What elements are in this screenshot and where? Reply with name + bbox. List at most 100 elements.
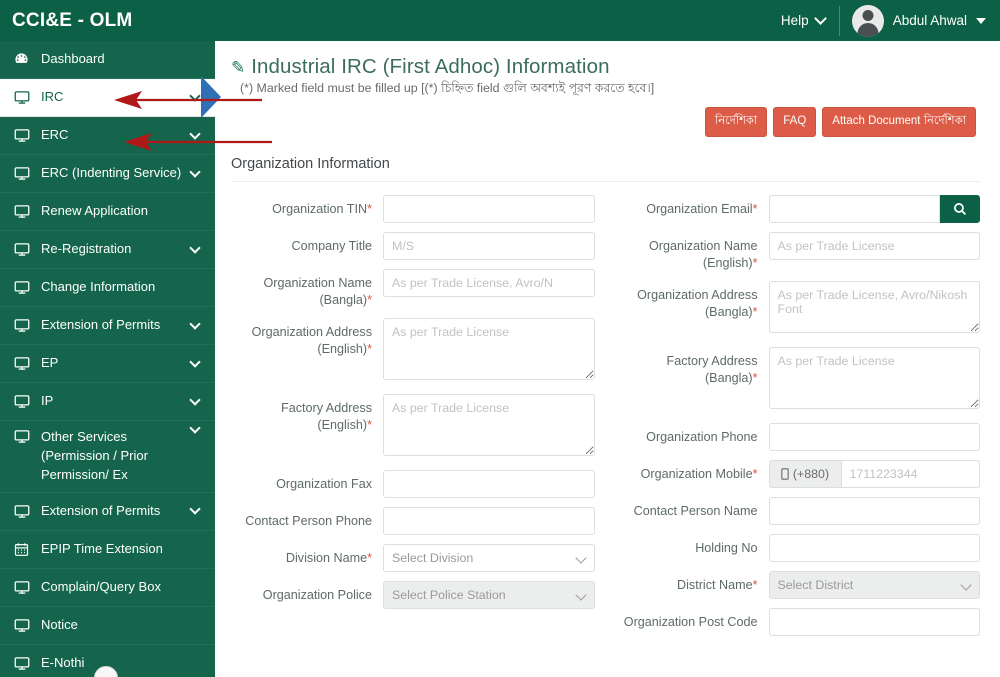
field-control-contact-person-name bbox=[769, 497, 981, 525]
form-column-left: Organization TIN*Company TitleOrganizati… bbox=[231, 195, 595, 645]
organization-email-row bbox=[769, 195, 981, 223]
organization-phone-input[interactable] bbox=[769, 423, 981, 451]
field-organization-address-english: Organization Address (English)* bbox=[231, 318, 595, 385]
field-organization-name-english: Organization Name (English)* bbox=[617, 232, 981, 272]
field-organization-post-code: Organization Post Code bbox=[617, 608, 981, 636]
organization-mobile-row: (+880) bbox=[769, 460, 981, 488]
organization-tin-input[interactable] bbox=[383, 195, 595, 223]
nirdeshika-button[interactable]: নির্দেশিকা bbox=[705, 107, 767, 137]
field-contact-person-name: Contact Person Name bbox=[617, 497, 981, 525]
chevron-down-icon bbox=[189, 394, 200, 405]
monitor-icon bbox=[14, 504, 36, 519]
field-control-organization-fax bbox=[383, 470, 595, 498]
sidebar-item-complain-query-box[interactable]: Complain/Query Box bbox=[0, 569, 215, 607]
calendar-icon bbox=[14, 542, 36, 557]
user-name-label: Abdul Ahwal bbox=[893, 13, 967, 28]
faq-button[interactable]: FAQ bbox=[773, 107, 816, 137]
blue-pointer-annotation bbox=[201, 76, 221, 118]
monitor-icon bbox=[14, 394, 36, 409]
sidebar-item-ip[interactable]: IP bbox=[0, 383, 215, 421]
required-asterisk: * bbox=[367, 418, 372, 432]
field-contact-person-phone: Contact Person Phone bbox=[231, 507, 595, 535]
chevron-down-icon bbox=[189, 90, 200, 101]
field-label-district-name: District Name* bbox=[617, 571, 769, 594]
user-menu[interactable]: Abdul Ahwal bbox=[840, 0, 1000, 41]
sidebar-item-other-services-permission-prior-permission-ex[interactable]: Other Services (Permission / Prior Permi… bbox=[0, 421, 215, 493]
organization-post-code-input[interactable] bbox=[769, 608, 981, 636]
sidebar-item-label: EPIP Time Extension bbox=[36, 540, 205, 559]
field-label-organization-police-station: Organization Police bbox=[231, 581, 383, 604]
field-label-organization-phone: Organization Phone bbox=[617, 423, 769, 446]
factory-address-bangla-textarea[interactable] bbox=[769, 347, 981, 409]
sidebar-item-label: IP bbox=[36, 392, 187, 411]
organization-police-station-select[interactable]: Select Police Station bbox=[383, 581, 595, 609]
contact-person-name-input[interactable] bbox=[769, 497, 981, 525]
sidebar-item-epip-time-extension[interactable]: EPIP Time Extension bbox=[0, 531, 215, 569]
organization-email-input[interactable] bbox=[769, 195, 941, 223]
avatar bbox=[852, 5, 884, 37]
field-label-contact-person-name: Contact Person Name bbox=[617, 497, 769, 520]
field-control-organization-post-code bbox=[769, 608, 981, 636]
organization-address-bangla-textarea[interactable] bbox=[769, 281, 981, 333]
sidebar-item-notice[interactable]: Notice bbox=[0, 607, 215, 645]
help-label: Help bbox=[781, 13, 809, 28]
field-organization-phone: Organization Phone bbox=[617, 423, 981, 451]
field-control-factory-address-english bbox=[383, 394, 595, 461]
sidebar-item-dashboard[interactable]: Dashboard bbox=[0, 41, 215, 79]
required-asterisk: * bbox=[753, 467, 758, 481]
monitor-icon bbox=[14, 429, 36, 444]
field-control-organization-address-bangla bbox=[769, 281, 981, 338]
monitor-icon bbox=[14, 242, 36, 257]
sidebar-item-label: ERC bbox=[36, 126, 187, 145]
holding-no-input[interactable] bbox=[769, 534, 981, 562]
email-search-button[interactable] bbox=[940, 195, 980, 223]
help-menu[interactable]: Help bbox=[767, 0, 839, 41]
organization-form: Organization TIN*Company TitleOrganizati… bbox=[231, 195, 980, 645]
field-control-organization-email bbox=[769, 195, 981, 223]
organization-fax-input[interactable] bbox=[383, 470, 595, 498]
field-label-organization-address-english: Organization Address (English)* bbox=[231, 318, 383, 358]
contact-person-phone-input[interactable] bbox=[383, 507, 595, 535]
sidebar-item-ep[interactable]: EP bbox=[0, 345, 215, 383]
field-control-holding-no bbox=[769, 534, 981, 562]
app-brand-title: CCI&E - OLM bbox=[0, 10, 132, 32]
required-asterisk: * bbox=[753, 256, 758, 270]
monitor-icon bbox=[14, 90, 36, 105]
required-asterisk: * bbox=[753, 371, 758, 385]
chevron-down-icon bbox=[189, 503, 200, 514]
sidebar-item-extension-of-permits[interactable]: Extension of Permits bbox=[0, 493, 215, 531]
field-organization-fax: Organization Fax bbox=[231, 470, 595, 498]
sidebar-item-label: Extension of Permits bbox=[36, 502, 187, 521]
sidebar-item-label: Extension of Permits bbox=[36, 316, 187, 335]
sidebar-item-extension-of-permits[interactable]: Extension of Permits bbox=[0, 307, 215, 345]
field-organization-address-bangla: Organization Address (Bangla)* bbox=[617, 281, 981, 338]
sidebar-item-renew-application[interactable]: Renew Application bbox=[0, 193, 215, 231]
company-title-input[interactable] bbox=[383, 232, 595, 260]
field-organization-police-station: Organization PoliceSelect Police Station bbox=[231, 581, 595, 609]
sidebar-item-erc[interactable]: ERC bbox=[0, 117, 215, 155]
district-name-select[interactable]: Select District bbox=[769, 571, 981, 599]
field-control-organization-name-english bbox=[769, 232, 981, 260]
sidebar-item-re-registration[interactable]: Re-Registration bbox=[0, 231, 215, 269]
field-company-title: Company Title bbox=[231, 232, 595, 260]
field-control-organization-name-bangla bbox=[383, 269, 595, 297]
phone-country-prefix: (+880) bbox=[769, 460, 841, 488]
sidebar-item-irc[interactable]: IRC bbox=[0, 79, 215, 117]
organization-name-english-input[interactable] bbox=[769, 232, 981, 260]
organization-address-english-textarea[interactable] bbox=[383, 318, 595, 380]
required-asterisk: * bbox=[367, 342, 372, 356]
division-name-select[interactable]: Select Division bbox=[383, 544, 595, 572]
required-field-note: (*) Marked field must be filled up [(*) … bbox=[240, 79, 654, 98]
district-name-select-wrap: Select District bbox=[769, 571, 981, 599]
mobile-icon bbox=[781, 468, 789, 480]
field-label-company-title: Company Title bbox=[231, 232, 383, 255]
organization-name-bangla-input[interactable] bbox=[383, 269, 595, 297]
factory-address-english-textarea[interactable] bbox=[383, 394, 595, 456]
monitor-icon bbox=[14, 356, 36, 371]
attach-document-nirdeshika-button[interactable]: Attach Document নির্দেশিকা bbox=[822, 107, 976, 137]
sidebar-item-change-information[interactable]: Change Information bbox=[0, 269, 215, 307]
sidebar-item-erc-indenting-service[interactable]: ERC (Indenting Service) bbox=[0, 155, 215, 193]
required-asterisk: * bbox=[753, 305, 758, 319]
organization-mobile-input[interactable] bbox=[841, 460, 981, 488]
field-control-company-title bbox=[383, 232, 595, 260]
